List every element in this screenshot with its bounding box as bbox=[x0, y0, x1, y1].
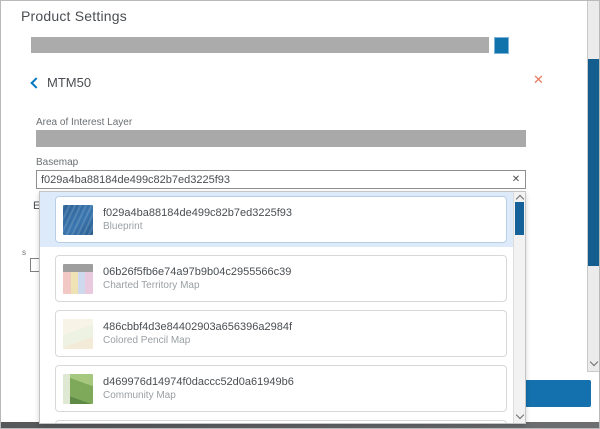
basemap-item-name: Colored Pencil Map bbox=[103, 336, 292, 346]
basemap-item-name: Community Map bbox=[103, 391, 294, 401]
basemap-combobox[interactable]: f029a4ba88184de499c82b7ed3225f93 ✕ bbox=[36, 170, 526, 189]
product-settings-dialog: Product Settings MTM50 ✕ Area of Interes… bbox=[0, 0, 600, 429]
page-scrollbar[interactable] bbox=[587, 1, 600, 372]
aoi-input-redacted[interactable] bbox=[36, 130, 526, 147]
dropdown-scrollbar-thumb[interactable] bbox=[515, 202, 524, 235]
clear-icon[interactable]: ✕ bbox=[507, 174, 525, 185]
basemap-option-card[interactable]: f029a4ba88184de499c82b7ed3225f93 Blueprin… bbox=[55, 196, 507, 243]
basemap-label: Basemap bbox=[36, 157, 78, 168]
close-icon[interactable]: ✕ bbox=[533, 73, 544, 86]
redacted-text-bar bbox=[31, 37, 489, 53]
blue-swatch-button[interactable] bbox=[494, 37, 509, 54]
back-button[interactable]: MTM50 bbox=[32, 75, 91, 90]
basemap-dropdown: f029a4ba88184de499c82b7ed3225f93 Blueprin… bbox=[39, 191, 526, 424]
basemap-item-name: Blueprint bbox=[103, 222, 292, 232]
colored-pencil-thumbnail-icon bbox=[63, 319, 93, 349]
scroll-down-icon[interactable] bbox=[590, 358, 598, 366]
blueprint-thumbnail-icon bbox=[63, 205, 93, 235]
basemap-item-id: 06b26f5fb6e74a97b9b04c2955566c39 bbox=[103, 267, 291, 278]
basemap-option-partial[interactable] bbox=[55, 420, 507, 424]
basemap-item-name: Charted Territory Map bbox=[103, 281, 291, 291]
basemap-input-value[interactable]: f029a4ba88184de499c82b7ed3225f93 bbox=[37, 174, 507, 186]
basemap-dropdown-list: f029a4ba88184de499c82b7ed3225f93 Blueprin… bbox=[40, 192, 525, 424]
basemap-item-id: f029a4ba88184de499c82b7ed3225f93 bbox=[103, 208, 292, 219]
basemap-option-card[interactable]: 486cbbf4d3e84402903a656396a2984f Colored … bbox=[55, 310, 507, 357]
community-thumbnail-icon bbox=[63, 374, 93, 404]
basemap-option[interactable]: 486cbbf4d3e84402903a656396a2984f Colored … bbox=[40, 310, 525, 357]
dropdown-scrollbar[interactable] bbox=[513, 192, 525, 423]
basemap-option[interactable]: f029a4ba88184de499c82b7ed3225f93 Blueprin… bbox=[40, 192, 525, 247]
basemap-option-card[interactable]: d469976d14974f0daccc52d0a61949b6 Communit… bbox=[55, 365, 507, 412]
basemap-option[interactable]: 06b26f5fb6e74a97b9b04c2955566c39 Charted … bbox=[40, 255, 525, 302]
basemap-option-card[interactable]: 06b26f5fb6e74a97b9b04c2955566c39 Charted … bbox=[55, 255, 507, 302]
aoi-label: Area of Interest Layer bbox=[36, 117, 132, 128]
charted-territory-thumbnail-icon bbox=[63, 264, 93, 294]
page-scrollbar-thumb[interactable] bbox=[588, 59, 600, 266]
scroll-down-icon[interactable] bbox=[516, 411, 524, 419]
hidden-label-fragment: s bbox=[22, 248, 26, 257]
chevron-left-icon bbox=[30, 77, 41, 88]
basemap-option[interactable]: d469976d14974f0daccc52d0a61949b6 Communit… bbox=[40, 365, 525, 412]
back-label: MTM50 bbox=[47, 75, 91, 90]
basemap-item-id: 486cbbf4d3e84402903a656396a2984f bbox=[103, 322, 292, 333]
page-title: Product Settings bbox=[21, 8, 127, 24]
basemap-item-id: d469976d14974f0daccc52d0a61949b6 bbox=[103, 377, 294, 388]
primary-action-button[interactable] bbox=[522, 380, 591, 407]
